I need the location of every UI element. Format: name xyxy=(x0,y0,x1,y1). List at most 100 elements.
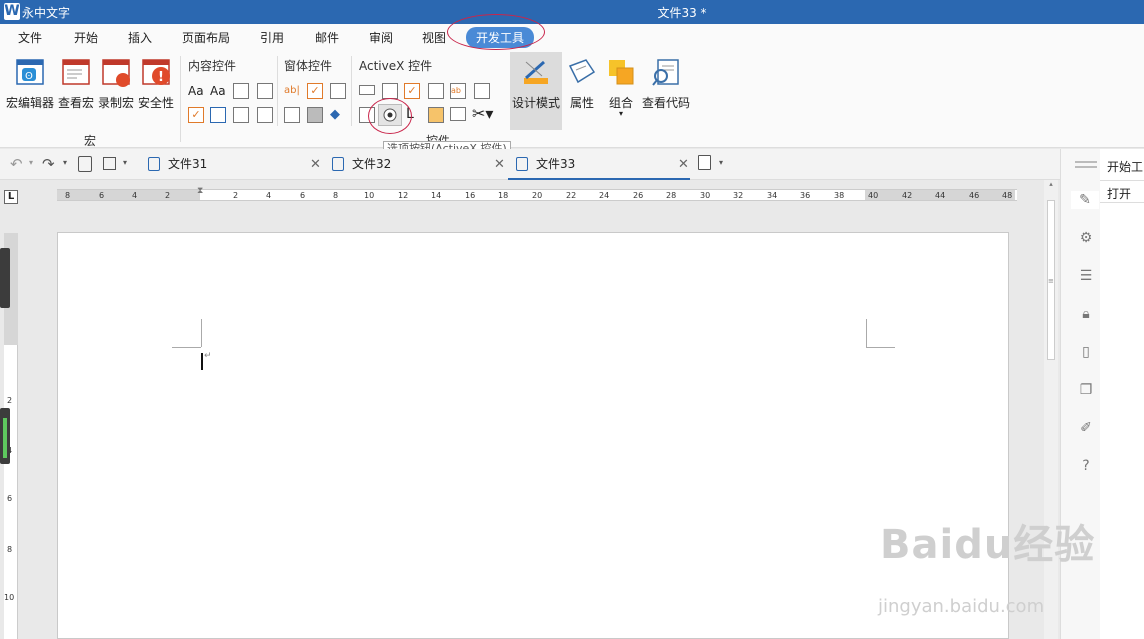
indent-marker-icon[interactable]: ⧗ xyxy=(197,186,203,196)
copy-icon[interactable]: ❐ xyxy=(1077,381,1095,399)
building-block-control-icon[interactable] xyxy=(257,83,273,99)
title-bar: W 永中文字 文件33 * xyxy=(0,0,1144,24)
frame-form-icon[interactable] xyxy=(284,107,300,123)
redo-icon[interactable]: ↷ xyxy=(42,155,55,173)
baidu-watermark-url: jingyan.baidu.com xyxy=(878,596,1045,617)
text-field-form-icon[interactable]: ab| xyxy=(284,83,300,99)
tab-insert[interactable]: 插入 xyxy=(128,29,152,46)
ruler-left-margin xyxy=(57,190,200,200)
ruler-tick-label: 32 xyxy=(733,191,744,200)
combo-box-control-icon[interactable] xyxy=(210,107,226,123)
print-preview-icon[interactable] xyxy=(78,156,92,172)
design-mode-button[interactable]: 设计模式 xyxy=(510,52,562,130)
doc-tab-label: 文件32 xyxy=(352,157,392,171)
text-cursor xyxy=(201,353,203,370)
dropdown-control-icon[interactable] xyxy=(233,107,249,123)
lock-icon[interactable]: 🔒︎ xyxy=(1077,305,1095,323)
vertical-ruler[interactable]: 2 4 6 8 10 xyxy=(4,345,18,639)
close-tab-icon[interactable]: ✕ xyxy=(494,149,505,180)
ruler-tick-label: 26 xyxy=(633,191,644,200)
sliders-icon[interactable]: ⚙ xyxy=(1077,229,1095,247)
activex-spin-icon[interactable] xyxy=(474,83,490,99)
doc-tab-2[interactable]: 文件32 ✕ xyxy=(332,149,508,180)
close-tab-icon[interactable]: ✕ xyxy=(310,149,321,180)
ruler-tick-label: 20 xyxy=(532,191,543,200)
activex-scrollbar-icon[interactable] xyxy=(450,107,466,121)
activex-image-icon[interactable] xyxy=(428,107,444,123)
record-macro-button[interactable]: 录制宏 xyxy=(97,58,135,111)
ruler-tick-label: 4 xyxy=(132,191,138,200)
activex-table-icon[interactable] xyxy=(428,83,444,99)
panel-menu-icon[interactable] xyxy=(1075,161,1097,163)
svg-text:ʘ: ʘ xyxy=(25,71,33,82)
open-link[interactable]: 打开 xyxy=(1107,185,1131,202)
tab-page-layout[interactable]: 页面布局 xyxy=(182,29,230,46)
reset-form-icon[interactable]: ◆ xyxy=(330,107,346,123)
checkbox-control-icon[interactable]: ✓ xyxy=(188,107,204,123)
document-icon xyxy=(516,156,528,171)
document-page[interactable]: ↵ xyxy=(57,232,1009,639)
form-controls-label: 窗体控件 xyxy=(284,59,333,73)
tab-review[interactable]: 审阅 xyxy=(369,29,393,46)
pen-icon[interactable]: ✎ xyxy=(1071,191,1099,209)
properties-button[interactable]: 属性 xyxy=(565,58,599,111)
ruler-tick-label: 48 xyxy=(1002,191,1013,200)
security-button[interactable]: ! 安全性 xyxy=(137,58,175,111)
doc-tab-1[interactable]: 文件31 ✕ xyxy=(148,149,324,180)
tab-references[interactable]: 引用 xyxy=(260,29,284,46)
activex-checkbox-icon[interactable]: ✓ xyxy=(404,83,420,99)
checkbox-form-icon[interactable]: ✓ xyxy=(307,83,323,99)
tab-view[interactable]: 视图 xyxy=(422,29,446,46)
start-work-label: 开始工 xyxy=(1107,160,1144,174)
rich-text-control-icon[interactable]: Aa xyxy=(188,83,204,99)
panel-divider xyxy=(1100,202,1144,203)
doc-tab-3[interactable]: 文件33 ✕ xyxy=(508,149,690,180)
paragraph-mark-icon: ↵ xyxy=(204,351,212,361)
group-icon xyxy=(607,58,635,88)
scroll-up-icon[interactable]: ▴ xyxy=(1044,180,1058,188)
macro-editor-button[interactable]: ʘ 宏编辑器 xyxy=(6,58,54,111)
outline-icon[interactable]: ☰ xyxy=(1077,267,1095,285)
date-picker-control-icon[interactable] xyxy=(257,107,273,123)
activex-listbox-icon[interactable] xyxy=(382,83,398,99)
security-label: 安全性 xyxy=(137,96,174,110)
activex-textbox-icon[interactable]: ab xyxy=(450,83,466,99)
ruler-tick-label: 14 xyxy=(431,191,442,200)
group-button[interactable]: 组合 ▾ xyxy=(604,58,638,118)
record-macro-icon xyxy=(102,58,130,88)
horizontal-ruler[interactable]: 8 6 4 2 ⧗ 2 4 6 8 10 12 14 16 18 20 22 2… xyxy=(57,186,1017,201)
combo-box-form-icon[interactable] xyxy=(330,83,346,99)
tab-mailings[interactable]: 邮件 xyxy=(315,29,339,46)
new-document-dropdown-icon[interactable]: ▾ xyxy=(719,158,723,167)
new-document-icon[interactable] xyxy=(698,155,711,170)
right-panel-content xyxy=(1100,149,1144,639)
panel-divider xyxy=(1100,180,1144,181)
vertical-scrollbar[interactable]: ▴ ≡ xyxy=(1044,180,1058,639)
svg-text:!: ! xyxy=(158,70,164,85)
more-controls-tools-icon[interactable]: ✂▾ xyxy=(472,105,502,123)
tab-file[interactable]: 文件 xyxy=(18,29,42,46)
ribbon: ʘ 宏编辑器 查看宏 录制宏 ! 安全性 宏 内容控件 Aa Aa ✓ 窗体控件… xyxy=(0,50,1144,148)
edit-icon[interactable]: ✐ xyxy=(1077,419,1095,437)
ruler-tick-label: 40 xyxy=(868,191,879,200)
ruler-tick-label: 30 xyxy=(700,191,711,200)
undo-icon[interactable]: ↶ xyxy=(10,155,23,173)
activex-button-icon[interactable] xyxy=(359,85,375,95)
undo-dropdown-icon[interactable]: ▾ xyxy=(29,158,33,167)
view-code-button[interactable]: 查看代码 xyxy=(641,58,691,111)
ruler-tick-label: 4 xyxy=(266,191,272,200)
close-tab-icon[interactable]: ✕ xyxy=(678,149,689,180)
view-macro-button[interactable]: 查看宏 xyxy=(57,58,95,111)
save-icon[interactable] xyxy=(103,157,116,170)
document-title: 文件33 * xyxy=(657,6,707,20)
plain-text-control-icon[interactable]: Aa xyxy=(210,83,226,99)
picture-control-icon[interactable] xyxy=(233,83,249,99)
help-icon[interactable]: ? xyxy=(1077,457,1095,475)
tab-stop-selector[interactable]: L xyxy=(4,190,18,204)
redo-dropdown-icon[interactable]: ▾ xyxy=(63,158,67,167)
clipboard-icon[interactable]: ▯ xyxy=(1077,343,1095,361)
scrollbar-thumb[interactable]: ≡ xyxy=(1047,200,1055,360)
quick-access-dropdown-icon[interactable]: ▾ xyxy=(123,158,127,167)
tab-home[interactable]: 开始 xyxy=(74,29,98,46)
shading-form-icon[interactable] xyxy=(307,107,323,123)
